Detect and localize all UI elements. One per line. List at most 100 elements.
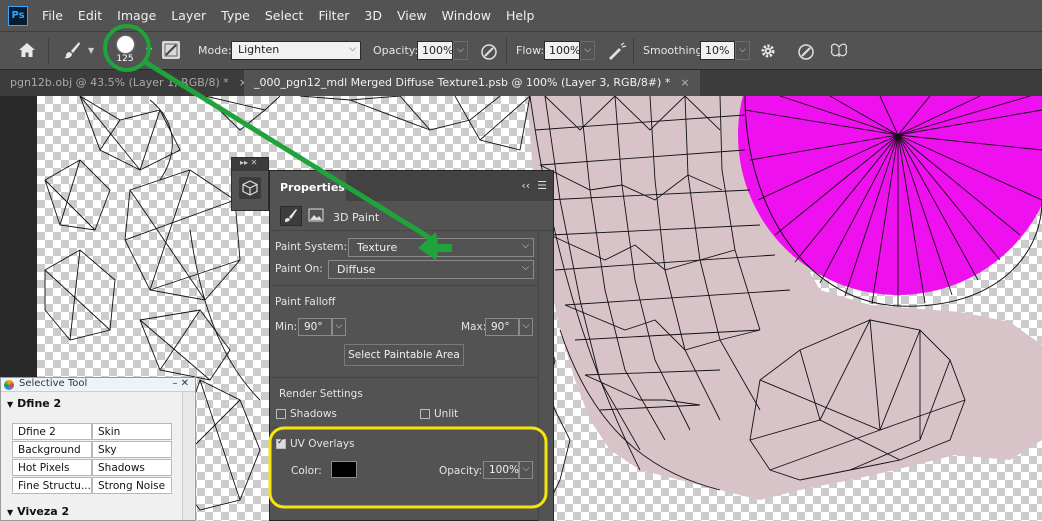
menu-bar: Ps File Edit Image Layer Type Select Fil…: [0, 0, 1042, 31]
menu-view[interactable]: View: [397, 8, 427, 23]
unlit-checkbox[interactable]: [420, 409, 430, 419]
expand-panels-icon[interactable]: ▸▸ ✕: [232, 158, 268, 171]
preset-background[interactable]: Background: [12, 441, 92, 458]
shadows-checkbox[interactable]: [276, 409, 286, 419]
airbrush-icon[interactable]: [605, 42, 627, 65]
home-icon[interactable]: [18, 42, 36, 61]
collapse-triangle-icon: ▼: [7, 508, 14, 517]
preset-hot-pixels[interactable]: Hot Pixels: [12, 459, 92, 476]
opacity-dropdown-button[interactable]: ⌵: [453, 41, 468, 60]
color-label: Color:: [291, 465, 322, 477]
divider: [270, 427, 540, 428]
symmetry-butterfly-icon[interactable]: [829, 42, 849, 65]
section-viveza-2[interactable]: ▼ Viveza 2: [1, 502, 181, 520]
chevron-down-icon: ⌵: [349, 44, 356, 54]
tab-label: pgn12b.obj @ 43.5% (Layer 1, RGB/8) *: [10, 76, 229, 89]
max-label-text: Max:: [461, 321, 487, 333]
close-icon[interactable]: ×: [680, 76, 689, 89]
flow-dropdown-button[interactable]: ⌵: [580, 41, 595, 60]
menu-image[interactable]: Image: [117, 8, 156, 23]
panel-menu-icon[interactable]: ‹‹ ☰: [521, 179, 547, 192]
smoothing-input[interactable]: 10%: [700, 41, 735, 60]
mode-dropdown[interactable]: Lighten ⌵: [231, 41, 361, 60]
selective-tool-scrollbar[interactable]: [182, 392, 194, 520]
photoshop-logo-icon: Ps: [8, 5, 28, 26]
opacity-input[interactable]: 100%: [417, 41, 453, 60]
overlay-opacity-dropdown-button[interactable]: ⌵: [519, 461, 533, 479]
menu-help[interactable]: Help: [506, 8, 535, 23]
photoshop-window: Ps File Edit Image Layer Type Select Fil…: [0, 0, 1042, 521]
render-settings-heading: Render Settings: [279, 388, 363, 400]
divider: [506, 38, 507, 64]
document-tab-bar: pgn12b.obj @ 43.5% (Layer 1, RGB/8) *× _…: [0, 70, 1042, 96]
section-label: Dfine 2: [17, 397, 62, 410]
chevron-down-icon: ⌵: [522, 263, 529, 273]
chevron-down-icon[interactable]: ▼: [146, 46, 152, 55]
3d-paint-label: 3D Paint: [333, 211, 380, 224]
unlit-label: Unlit: [434, 408, 459, 420]
overlay-opacity-input[interactable]: 100%: [483, 461, 519, 479]
preset-fine-structures[interactable]: Fine Structu...: [12, 477, 92, 494]
paint-on-value: Diffuse: [337, 263, 376, 276]
selective-tool-titlebar: Selective Tool – ✕: [1, 378, 195, 392]
menu-select[interactable]: Select: [265, 8, 304, 23]
brush-settings-panel-icon[interactable]: [162, 41, 180, 59]
paint-system-dropdown[interactable]: Texture ⌵: [348, 238, 534, 257]
overlay-color-swatch[interactable]: [331, 461, 357, 478]
properties-scrollbar[interactable]: [538, 231, 553, 521]
brush-size-value: 125: [116, 54, 134, 64]
max-input[interactable]: 90°: [485, 318, 519, 336]
mode-value: Lighten: [238, 43, 280, 56]
menu-3d[interactable]: 3D: [364, 8, 382, 23]
nik-collection-logo-icon: [4, 380, 14, 390]
min-input[interactable]: 90°: [298, 318, 332, 336]
options-bar: ▼ 125 ▼ Mode: Lighten ⌵ Opacity: 100% ⌵ …: [0, 31, 1042, 69]
pressure-opacity-icon[interactable]: [479, 42, 499, 65]
chevron-down-icon: ⌵: [522, 241, 529, 251]
divider: [270, 285, 540, 286]
gear-icon[interactable]: [759, 42, 777, 63]
properties-header: Properties ‹‹ ☰: [270, 171, 553, 201]
preset-dfine-2[interactable]: Dfine 2: [12, 423, 92, 440]
preset-sky[interactable]: Sky: [92, 441, 172, 458]
flow-input[interactable]: 100%: [544, 41, 580, 60]
tab-merged-diffuse-texture[interactable]: _000_pgn12_mdl Merged Diffuse Texture1.p…: [244, 70, 700, 96]
preset-strong-noise[interactable]: Strong Noise: [92, 477, 172, 494]
menu-layer[interactable]: Layer: [171, 8, 206, 23]
max-dropdown-button[interactable]: ⌵: [519, 318, 533, 336]
uv-overlays-checkbox[interactable]: [276, 437, 286, 449]
collapsed-panel-dock: ▸▸ ✕: [231, 157, 269, 211]
opacity-label: Opacity:: [373, 44, 419, 57]
min-dropdown-button[interactable]: ⌵: [332, 318, 346, 336]
properties-panel: Properties ‹‹ ☰ 3D Paint Paint System: T…: [269, 170, 554, 521]
brush-tool-icon[interactable]: [62, 40, 82, 63]
pressure-size-icon[interactable]: [796, 42, 816, 65]
paint-on-label: Paint On:: [275, 263, 323, 275]
select-paintable-area-button[interactable]: Select Paintable Area: [344, 344, 464, 366]
overlay-opacity-label: Opacity:: [439, 465, 483, 477]
smoothing-dropdown-button[interactable]: ⌵: [735, 41, 750, 60]
paint-brush-icon[interactable]: [280, 206, 302, 226]
divider: [633, 38, 634, 64]
menu-type[interactable]: Type: [221, 8, 250, 23]
paint-system-label: Paint System:: [275, 241, 348, 253]
menu-file[interactable]: File: [42, 8, 63, 23]
3d-panel-icon[interactable]: [239, 177, 261, 199]
image-icon[interactable]: [308, 208, 324, 225]
tab-properties[interactable]: Properties: [270, 171, 346, 201]
tab-pgn12b-obj[interactable]: pgn12b.obj @ 43.5% (Layer 1, RGB/8) *×: [0, 70, 258, 96]
close-icon[interactable]: – ✕: [172, 378, 189, 389]
collapse-triangle-icon: ▼: [7, 400, 14, 409]
menu-filter[interactable]: Filter: [318, 8, 349, 23]
menu-edit[interactable]: Edit: [78, 8, 102, 23]
preset-shadows[interactable]: Shadows: [92, 459, 172, 476]
divider: [270, 377, 540, 378]
paint-falloff-heading: Paint Falloff: [275, 296, 336, 308]
chevron-down-icon[interactable]: ▼: [88, 46, 94, 55]
brush-preset-picker[interactable]: 125: [110, 33, 140, 67]
section-dfine-2[interactable]: ▼ Dfine 2: [1, 394, 181, 412]
paint-on-dropdown[interactable]: Diffuse ⌵: [328, 260, 534, 279]
mode-label: Mode:: [198, 44, 232, 57]
preset-skin[interactable]: Skin: [92, 423, 172, 440]
menu-window[interactable]: Window: [442, 8, 491, 23]
